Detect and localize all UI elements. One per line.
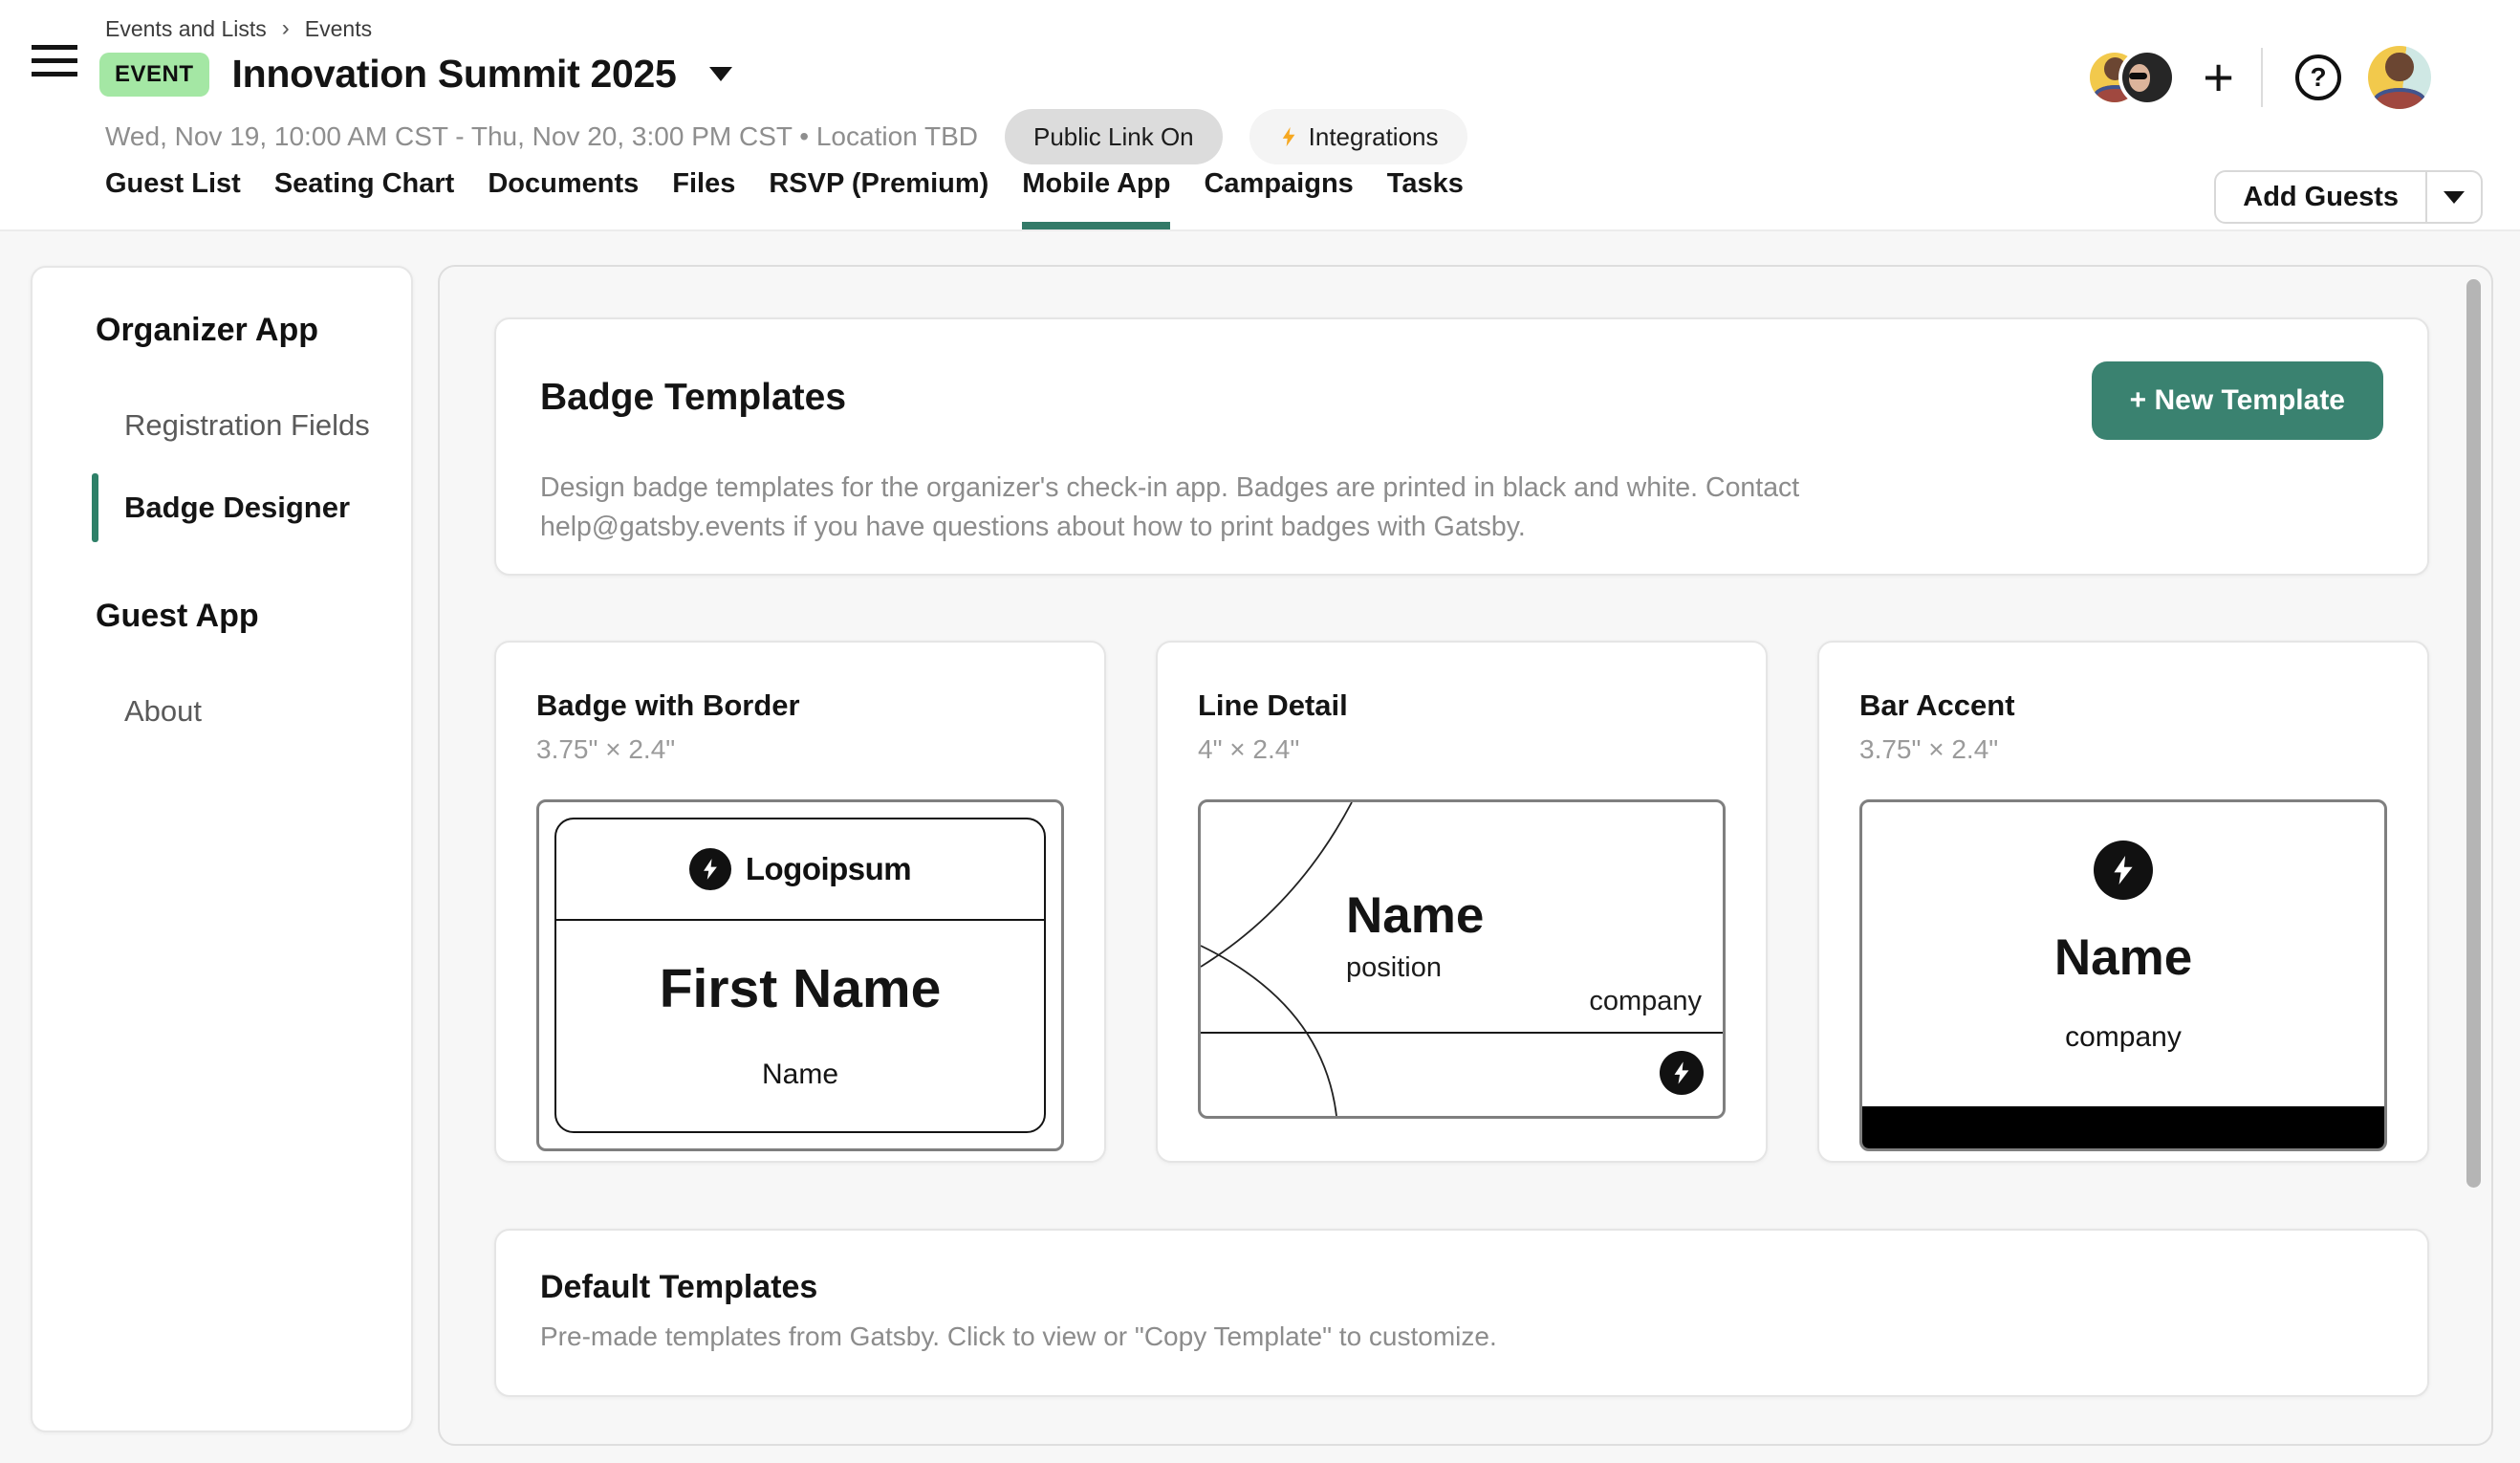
sidebar-heading-guest-app: Guest App xyxy=(96,598,411,635)
event-tab-bar: Guest List Seating Chart Documents Files… xyxy=(105,168,1464,229)
default-templates-card: Default Templates Pre-made templates fro… xyxy=(494,1229,2429,1397)
breadcrumb: Events and Lists › Events xyxy=(105,15,372,42)
chevron-down-icon xyxy=(2444,191,2465,204)
tab-guest-list[interactable]: Guest List xyxy=(105,168,241,229)
integrations-pill[interactable]: Integrations xyxy=(1249,109,1467,164)
default-templates-title: Default Templates xyxy=(540,1269,2383,1306)
sidebar-item-registration-fields[interactable]: Registration Fields xyxy=(124,408,411,443)
public-link-pill[interactable]: Public Link On xyxy=(1005,109,1223,164)
lightning-icon xyxy=(1278,123,1299,150)
breadcrumb-events[interactable]: Events xyxy=(305,16,372,42)
collaborator-avatar-2[interactable] xyxy=(2122,53,2172,102)
badge-inner-border: Logoipsum First Name Name xyxy=(554,818,1046,1133)
badge-field-position: position xyxy=(1346,952,1484,984)
logo-bolt-icon xyxy=(689,848,731,890)
badge-templates-description: Design badge templates for the organizer… xyxy=(540,469,2041,547)
template-card-badge-with-border[interactable]: Badge with Border 3.75" × 2.4" Logoipsum… xyxy=(494,641,1106,1163)
integrations-pill-label: Integrations xyxy=(1309,122,1439,152)
tab-rsvp-premium[interactable]: RSVP (Premium) xyxy=(769,168,988,229)
chevron-down-icon[interactable] xyxy=(709,67,732,81)
badge-field-company: company xyxy=(1589,986,1702,1017)
template-card-line-detail[interactable]: Line Detail 4" × 2.4" Name position comp… xyxy=(1156,641,1768,1163)
scrollbar-thumb[interactable] xyxy=(2466,279,2481,1188)
event-type-badge: EVENT xyxy=(99,53,209,97)
badge-field-name: Name xyxy=(2054,928,2192,987)
help-icon[interactable]: ? xyxy=(2295,55,2341,100)
badge-templates-card: Badge Templates + New Template Design ba… xyxy=(494,317,2429,576)
hamburger-icon[interactable] xyxy=(32,45,77,76)
template-size: 3.75" × 2.4" xyxy=(1859,734,2387,765)
tab-documents[interactable]: Documents xyxy=(488,168,639,229)
event-date-location: Wed, Nov 19, 10:00 AM CST - Thu, Nov 20,… xyxy=(105,121,978,152)
template-name: Badge with Border xyxy=(536,688,1064,723)
sidebar-item-badge-designer[interactable]: Badge Designer xyxy=(124,491,411,525)
template-size: 4" × 2.4" xyxy=(1198,734,1726,765)
add-guests-button[interactable]: Add Guests xyxy=(2214,170,2483,224)
new-template-button[interactable]: + New Template xyxy=(2092,361,2383,440)
badge-designer-sidebar: Organizer App Registration Fields Badge … xyxy=(31,266,413,1432)
template-cards-row: Badge with Border 3.75" × 2.4" Logoipsum… xyxy=(494,641,2429,1163)
plus-icon[interactable]: + xyxy=(2203,51,2234,104)
badge-field-company: company xyxy=(2065,1021,2182,1054)
badge-field-name: Name xyxy=(762,1059,838,1091)
event-meta-row: Wed, Nov 19, 10:00 AM CST - Thu, Nov 20,… xyxy=(105,109,1467,164)
badge-accent-bar xyxy=(1862,1106,2384,1148)
tab-mobile-app[interactable]: Mobile App xyxy=(1022,168,1170,229)
main-content-panel: Badge Templates + New Template Design ba… xyxy=(438,265,2493,1446)
badge-preview: Name position company xyxy=(1198,799,1726,1119)
profile-avatar[interactable] xyxy=(2368,46,2431,109)
logo-wordmark: Logoipsum xyxy=(746,851,911,887)
badge-preview: Name company xyxy=(1859,799,2387,1151)
tab-campaigns[interactable]: Campaigns xyxy=(1204,168,1353,229)
top-right-actions: + ? xyxy=(2090,46,2431,109)
page-title: Innovation Summit 2025 xyxy=(232,52,677,97)
add-guests-dropdown[interactable] xyxy=(2425,172,2481,222)
header-divider xyxy=(2261,48,2263,107)
badge-preview: Logoipsum First Name Name xyxy=(536,799,1064,1151)
tab-seating-chart[interactable]: Seating Chart xyxy=(274,168,455,229)
tab-tasks[interactable]: Tasks xyxy=(1387,168,1464,229)
template-name: Line Detail xyxy=(1198,688,1726,723)
sidebar-item-about[interactable]: About xyxy=(124,694,411,729)
breadcrumb-events-and-lists[interactable]: Events and Lists xyxy=(105,16,267,42)
template-name: Bar Accent xyxy=(1859,688,2387,723)
sidebar-heading-organizer-app: Organizer App xyxy=(96,312,411,349)
tab-files[interactable]: Files xyxy=(672,168,735,229)
template-size: 3.75" × 2.4" xyxy=(536,734,1064,765)
top-bar: Events and Lists › Events EVENT Innovati… xyxy=(0,0,2520,231)
event-title-row: EVENT Innovation Summit 2025 xyxy=(99,52,732,97)
add-guests-label[interactable]: Add Guests xyxy=(2216,172,2425,222)
logo-bolt-icon xyxy=(2094,841,2153,900)
badge-divider-line xyxy=(1201,1032,1723,1034)
badge-templates-title: Badge Templates xyxy=(540,377,846,419)
badge-field-first-name: First Name xyxy=(660,957,942,1020)
template-card-bar-accent[interactable]: Bar Accent 3.75" × 2.4" Name company xyxy=(1817,641,2429,1163)
logo-bolt-icon xyxy=(1660,1051,1704,1095)
badge-field-name: Name xyxy=(1346,886,1484,945)
default-templates-description: Pre-made templates from Gatsby. Click to… xyxy=(540,1321,2383,1352)
breadcrumb-separator: › xyxy=(282,15,290,42)
